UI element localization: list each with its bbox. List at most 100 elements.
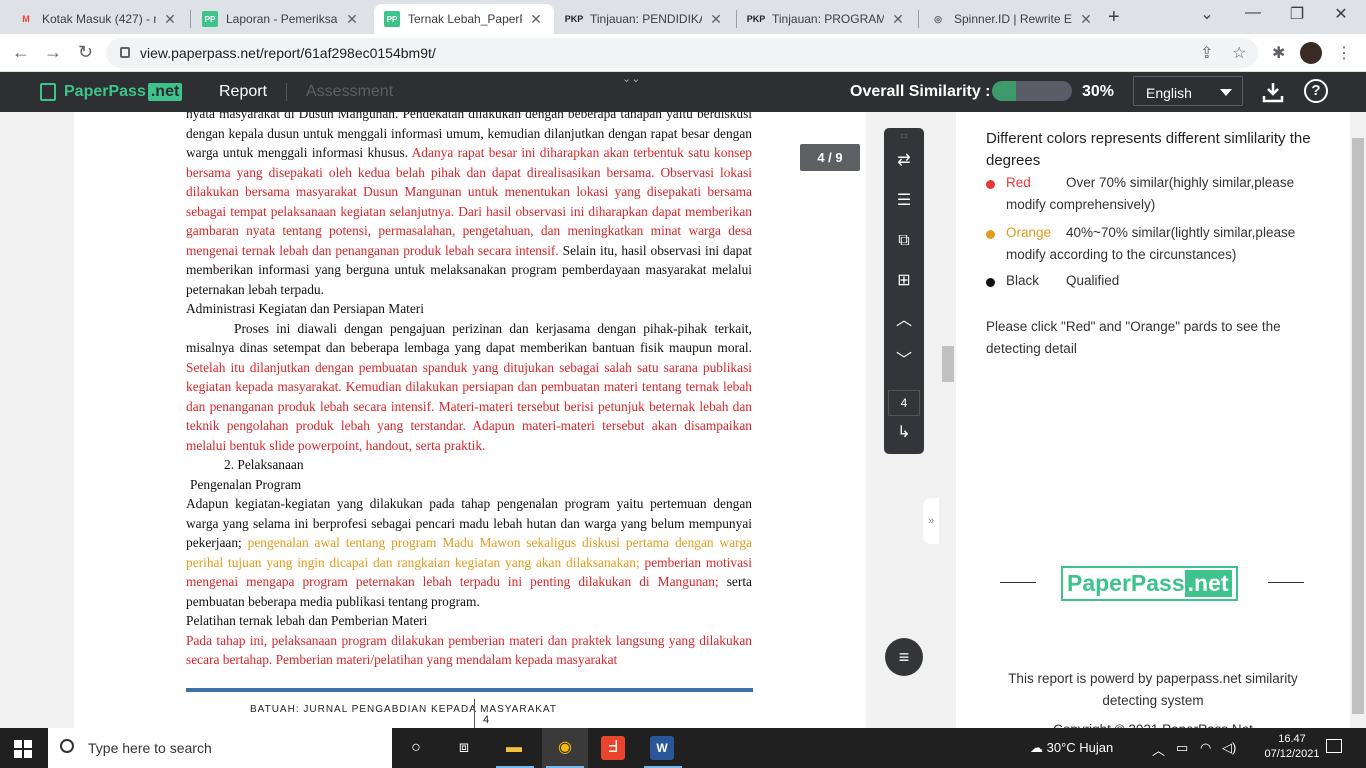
red-match-text[interactable]: Adanya rapat besar ini diharapkan akan t… xyxy=(186,145,752,258)
notification-icon[interactable] xyxy=(1326,739,1342,753)
cortana-icon[interactable]: ○ xyxy=(404,736,428,760)
left-dash xyxy=(1000,582,1036,583)
footer-divider xyxy=(474,699,475,728)
taskbar-search-box[interactable]: Type here to search xyxy=(48,728,392,768)
clock-time: 16.47 xyxy=(1278,733,1306,745)
pkp-icon: PKP xyxy=(564,14,584,24)
browser-tab-strip: M Kotak Masuk (427) - m ✕ PP Laporan - Pemer… xyxy=(0,0,1366,34)
paperpass-logo-large: PaperPass .net xyxy=(1061,566,1238,601)
browser-tab[interactable]: M Kotak Masuk (427) - m ✕ xyxy=(8,4,188,34)
swap-icon[interactable]: ⇄ xyxy=(884,148,924,174)
browser-tab[interactable]: PKP Tinjauan: PENDIDIKAN ✕ xyxy=(556,4,734,34)
help-icon[interactable]: ? xyxy=(1304,79,1328,103)
document-paragraph: Adapun kegiatan-kegiatan yang dilakukan … xyxy=(186,494,752,611)
tab-separator xyxy=(918,10,919,28)
footer-page-number: 4 xyxy=(483,714,490,726)
close-window-button[interactable]: ✕ xyxy=(1318,4,1364,24)
url-bar[interactable]: view.paperpass.net/report/61af298ec0154b… xyxy=(106,38,1258,68)
close-tab-icon[interactable]: ✕ xyxy=(528,11,544,28)
plain-text: 2. Pelaksanaan xyxy=(224,457,304,472)
similarity-bar-fill xyxy=(992,81,1016,101)
powered-by-text: This report is powerd by paperpass.net s… xyxy=(1008,671,1298,708)
word-icon[interactable]: W xyxy=(650,736,674,760)
maximize-button[interactable]: ❐ xyxy=(1274,4,1320,24)
legend-item: Orange 40%~70% similar(lightly similar,pl… xyxy=(986,222,1326,266)
document-paragraph: Administrasi Kegiatan dan Persiapan Mate… xyxy=(186,299,752,319)
close-tab-icon[interactable]: ✕ xyxy=(344,11,360,28)
close-tab-icon[interactable]: ✕ xyxy=(1078,11,1094,28)
task-view-icon[interactable]: ⧈ xyxy=(452,736,476,760)
browser-tab[interactable]: PP Ternak Lebah_PaperPa ✕ xyxy=(374,4,554,34)
back-icon[interactable]: ← xyxy=(12,42,30,63)
tab-title: Ternak Lebah_PaperPa xyxy=(408,12,522,26)
collapse-header-icon[interactable]: ⌄⌄ xyxy=(622,72,640,85)
file-explorer-icon[interactable]: ▬ xyxy=(502,736,526,760)
download-icon[interactable] xyxy=(1262,81,1284,103)
journal-footer: BATUAH: JURNAL PENGABDIAN KEPADA MASYARA… xyxy=(250,704,557,715)
wifi-icon[interactable]: ◠ xyxy=(1200,740,1211,756)
show-hidden-icons[interactable]: ︿ xyxy=(1152,740,1165,759)
tab-title: Spinner.ID | Rewrite Er xyxy=(954,12,1072,26)
page-number-input[interactable]: 4 xyxy=(888,390,920,416)
browser-tab[interactable]: PP Laporan - Pemeriksa P ✕ xyxy=(192,4,370,34)
red-match-text[interactable]: Setelah itu dilanjutkan dengan pembuatan… xyxy=(186,360,752,453)
cloud-rain-icon: ☁ xyxy=(1030,740,1047,755)
paperpass-logo[interactable]: PaperPass .net xyxy=(40,83,183,101)
browser-tab[interactable]: PKP Tinjauan: PROGRAM K ✕ xyxy=(738,4,916,34)
go-to-page-icon[interactable]: ↳ xyxy=(884,420,924,446)
minimize-button[interactable]: — xyxy=(1230,4,1276,22)
page-indicator: 4 / 9 xyxy=(800,144,860,171)
foxit-reader-icon[interactable]: ᖵ xyxy=(601,736,625,760)
browser-menu-icon[interactable]: ⋮ xyxy=(1336,43,1352,63)
weather-widget[interactable]: ☁ 30°C Hujan xyxy=(1030,740,1113,756)
close-tab-icon[interactable]: ✕ xyxy=(162,11,178,28)
legend-item: Red Over 70% similar(highly similar,pleas… xyxy=(986,172,1326,216)
language-select[interactable]: English xyxy=(1133,76,1243,106)
chrome-icon[interactable]: ◉ xyxy=(553,736,577,760)
next-page-icon[interactable]: ﹀ xyxy=(884,348,924,374)
copy-icon[interactable]: ⧉ xyxy=(884,228,924,254)
color-dot-icon xyxy=(986,278,995,287)
legend-panel: Different colors represents different si… xyxy=(956,112,1350,737)
close-tab-icon[interactable]: ✕ xyxy=(890,11,906,28)
pkp-icon: PKP xyxy=(746,14,766,24)
search-placeholder: Type here to search xyxy=(88,740,212,756)
legend-description: Over 70% similar(highly similar,please m… xyxy=(1006,175,1295,212)
fit-width-icon[interactable]: ⊞ xyxy=(884,268,924,294)
document-scrollbar[interactable] xyxy=(940,112,956,728)
tab-assessment[interactable]: Assessment xyxy=(306,83,393,101)
red-match-text[interactable]: Pada tahap ini, pelaksanaan program dila… xyxy=(186,633,752,668)
tab-title: Tinjauan: PROGRAM K xyxy=(772,12,884,26)
document-scroll-thumb[interactable] xyxy=(942,346,954,382)
tab-title: Tinjauan: PENDIDIKAN xyxy=(590,12,702,26)
previous-page-icon[interactable]: ︿ xyxy=(884,308,924,334)
battery-icon[interactable]: ▭ xyxy=(1176,740,1188,756)
document-list-icon[interactable]: ☰ xyxy=(884,188,924,214)
document-text: nyata masyarakat di Dusun Mangunan. Pend… xyxy=(186,112,752,670)
tab-separator xyxy=(736,10,737,28)
lock-icon[interactable] xyxy=(120,47,130,58)
bookmark-star-icon[interactable]: ☆ xyxy=(1232,43,1246,63)
forward-icon[interactable]: → xyxy=(44,42,62,63)
expand-panel-icon[interactable]: » xyxy=(923,498,939,544)
reload-icon[interactable]: ↻ xyxy=(78,42,93,63)
browser-tab[interactable]: ◎ Spinner.ID | Rewrite Er ✕ xyxy=(920,4,1104,34)
document-page: nyata masyarakat di Dusun Mangunan. Pend… xyxy=(74,112,866,728)
brand-suffix: .net xyxy=(147,83,183,101)
volume-icon[interactable]: ◁) xyxy=(1222,740,1236,756)
menu-icon[interactable]: ≡ xyxy=(885,638,923,676)
plain-text: Proses ini diawali dengan pengajuan peri… xyxy=(186,320,752,356)
drag-handle[interactable]: ▭ xyxy=(884,132,924,140)
share-icon[interactable]: ⇪ xyxy=(1200,43,1213,63)
tab-search-icon[interactable]: ⌄ xyxy=(1184,4,1230,24)
new-tab-button[interactable]: + xyxy=(1108,6,1120,29)
close-tab-icon[interactable]: ✕ xyxy=(708,11,724,28)
extensions-icon[interactable]: ✱ xyxy=(1272,43,1285,63)
panel-scroll-thumb[interactable] xyxy=(1352,138,1364,714)
tab-report[interactable]: Report xyxy=(219,83,267,101)
legend-name: Orange xyxy=(1006,225,1052,240)
nav-divider xyxy=(286,83,287,101)
windows-start-icon[interactable] xyxy=(14,740,32,758)
profile-avatar[interactable] xyxy=(1300,42,1322,64)
system-clock[interactable]: 16.47 07/12/2021 xyxy=(1262,732,1322,762)
